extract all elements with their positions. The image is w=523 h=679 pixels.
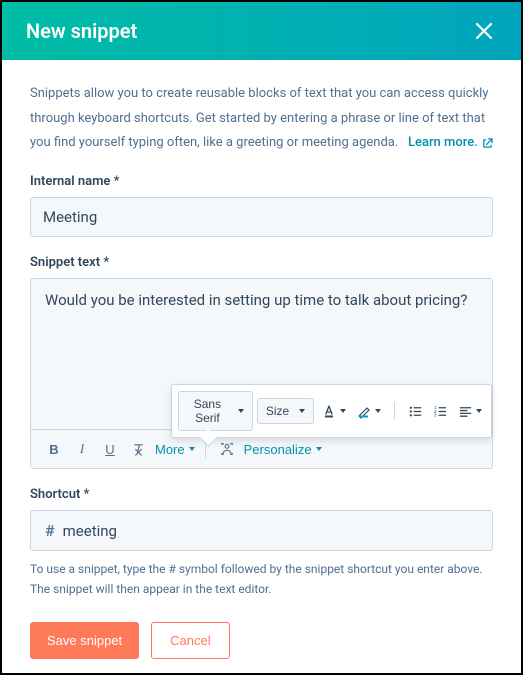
bold-button[interactable]: B: [41, 436, 67, 462]
clear-format-icon: [131, 442, 146, 457]
close-button[interactable]: [471, 18, 497, 44]
font-family-label: Sans Serif: [187, 397, 228, 425]
shortcut-field: Shortcut * # To use a snippet, type the …: [30, 487, 493, 600]
description-text: Snippets allow you to create reusable bl…: [30, 82, 493, 156]
close-icon: [475, 22, 493, 40]
font-size-label: Size: [266, 404, 289, 418]
chevron-down-icon: [238, 409, 244, 413]
font-size-select[interactable]: Size: [257, 398, 314, 424]
formatting-popover: Sans Serif Size: [171, 384, 492, 438]
numbered-list-icon: 123: [433, 404, 448, 419]
internal-name-input[interactable]: [30, 197, 493, 237]
highlight-icon: [356, 403, 372, 419]
personalization-token-icon: [220, 442, 234, 456]
svg-text:3: 3: [434, 412, 437, 417]
text-color-button[interactable]: [318, 399, 349, 423]
underline-button[interactable]: U: [97, 436, 123, 462]
shortcut-helper-text: To use a snippet, type the # symbol foll…: [30, 559, 493, 600]
snippet-text-field: Snippet text * Would you be interested i…: [30, 255, 493, 469]
chevron-down-icon: [189, 447, 195, 451]
cancel-button[interactable]: Cancel: [151, 622, 229, 659]
clear-formatting-button[interactable]: [125, 436, 151, 462]
snippet-text-label: Snippet text *: [30, 255, 493, 270]
external-link-icon: [482, 138, 493, 149]
shortcut-label: Shortcut *: [30, 487, 493, 502]
editor-toolbar: B I U More Personalize: [31, 429, 492, 468]
chevron-down-icon: [316, 447, 322, 451]
more-menu-button[interactable]: More: [153, 438, 197, 461]
save-button[interactable]: Save snippet: [30, 622, 139, 659]
highlight-color-button[interactable]: [353, 399, 384, 423]
align-button[interactable]: [455, 400, 485, 423]
text-color-icon: [321, 403, 337, 419]
rich-text-editor: Would you be interested in setting up ti…: [30, 278, 493, 469]
shortcut-prefix: #: [31, 511, 61, 550]
shortcut-input[interactable]: [61, 512, 492, 550]
shortcut-input-wrap: #: [30, 510, 493, 551]
chevron-down-icon: [476, 409, 482, 413]
learn-more-label: Learn more.: [408, 131, 478, 156]
font-family-select[interactable]: Sans Serif: [178, 391, 253, 431]
internal-name-field: Internal name *: [30, 174, 493, 237]
insert-token-button[interactable]: [214, 436, 240, 462]
chevron-down-icon: [340, 409, 346, 413]
chevron-down-icon: [375, 409, 381, 413]
personalize-label: Personalize: [244, 442, 312, 457]
more-label: More: [155, 442, 185, 457]
numbered-list-button[interactable]: 123: [430, 400, 451, 423]
italic-button[interactable]: I: [69, 436, 95, 462]
chevron-down-icon: [299, 409, 305, 413]
popover-divider: [394, 402, 395, 420]
bullet-list-icon: [408, 404, 423, 419]
bullet-list-button[interactable]: [405, 400, 426, 423]
dialog-title: New snippet: [26, 19, 137, 43]
dialog-body: Snippets allow you to create reusable bl…: [2, 60, 521, 679]
align-left-icon: [458, 404, 473, 419]
learn-more-link[interactable]: Learn more.: [408, 131, 493, 156]
dialog-header: New snippet: [2, 2, 521, 60]
personalize-button[interactable]: Personalize: [242, 438, 324, 461]
dialog-actions: Save snippet Cancel: [30, 622, 493, 659]
internal-name-label: Internal name *: [30, 174, 493, 189]
